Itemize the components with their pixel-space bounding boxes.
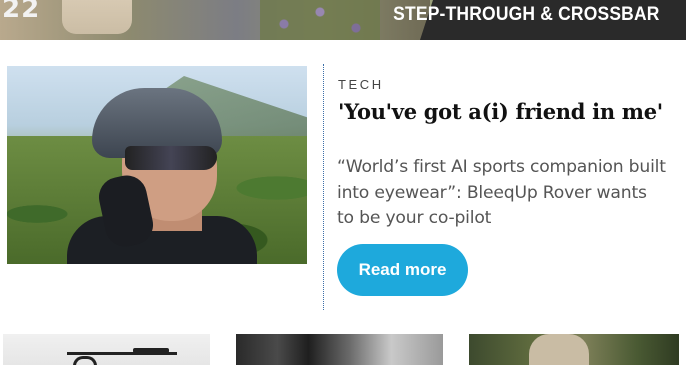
thumbnail-dark-photo[interactable]: [236, 334, 443, 365]
bike-wheel-shape: [73, 356, 97, 365]
bike-saddle-shape: [133, 348, 169, 353]
thumbnail-bike[interactable]: [3, 334, 210, 365]
banner-badge-number: 22: [2, 0, 41, 24]
promo-banner[interactable]: 22 STEP-THROUGH & CROSSBAR: [0, 0, 686, 40]
banner-text: STEP-THROUGH & CROSSBAR: [393, 4, 660, 25]
banner-photo-legs: [62, 0, 132, 34]
article-category[interactable]: TECH: [338, 77, 384, 92]
article-summary: “World’s first AI sports companion built…: [337, 157, 666, 228]
article-headline[interactable]: 'You've got a(i) friend in me': [338, 99, 663, 124]
dotted-divider: [323, 64, 324, 310]
article-image[interactable]: [7, 66, 307, 264]
read-more-button[interactable]: Read more: [337, 244, 468, 296]
thumbnail-rider-forest[interactable]: [469, 334, 679, 365]
rider-shape: [529, 334, 589, 365]
image-smart-glasses: [125, 146, 217, 170]
banner-photo-flowers: [260, 0, 380, 40]
